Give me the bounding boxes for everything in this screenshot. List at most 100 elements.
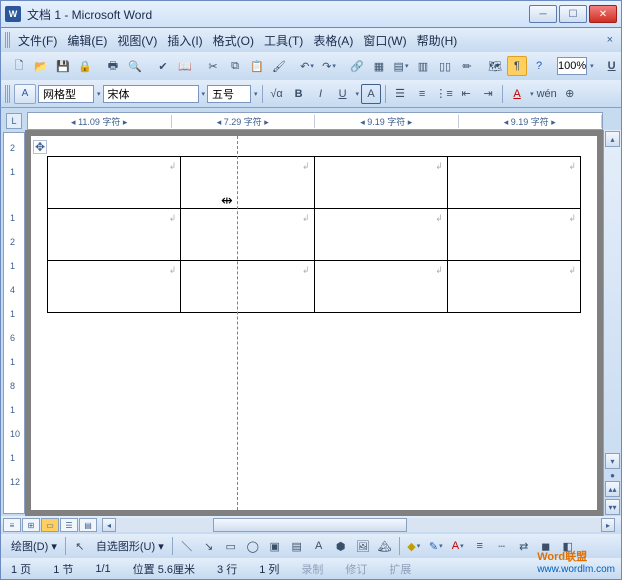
table-cell[interactable]	[48, 261, 181, 313]
char-border-button[interactable]: A	[361, 84, 381, 104]
size-combo[interactable]: 五号	[207, 85, 251, 103]
research-button[interactable]: 📖	[175, 56, 195, 76]
menu-window[interactable]: 窗口(W)	[359, 30, 410, 51]
ruler-vertical[interactable]: 2 1 1 2 1 4 1 6 1 8 1 10 1 12	[3, 132, 25, 514]
numbering-button[interactable]: ≡	[412, 84, 432, 104]
decrease-indent-button[interactable]: ⇤	[456, 84, 476, 104]
scroll-left-button[interactable]: ◂	[102, 518, 116, 532]
scrollbar-vertical[interactable]: ▴ ▾ ● ▴▴ ▾▾	[603, 130, 621, 516]
web-view-button[interactable]: ⊞	[22, 518, 40, 532]
chevron-down-icon[interactable]: ▾	[530, 90, 534, 98]
scrollbar-horizontal[interactable]: ◂ ▸	[102, 518, 615, 532]
underline-button[interactable]: U	[602, 56, 622, 76]
increase-indent-button[interactable]: ⇥	[478, 84, 498, 104]
status-rev[interactable]: 修订	[341, 561, 371, 577]
prev-page-button[interactable]: ▴▴	[605, 481, 620, 497]
rectangle-button[interactable]: ▭	[221, 536, 241, 556]
ruler-horizontal[interactable]: L ◂ 11.09 字符 ▸ ◂ 7.29 字符 ▸ ◂ 9.19 字符 ▸ ◂…	[27, 112, 603, 130]
arrow-style-button[interactable]: ⇄	[514, 536, 534, 556]
minimize-button[interactable]: ─	[529, 5, 557, 23]
spellcheck-button[interactable]: ✔	[153, 56, 173, 76]
table-cell[interactable]	[181, 261, 314, 313]
permission-button[interactable]: 🔒	[75, 56, 95, 76]
help-button[interactable]: ?	[529, 56, 549, 76]
picture-button[interactable]: 🏔	[375, 536, 395, 556]
insert-excel-button[interactable]: ▥	[413, 56, 433, 76]
print-button[interactable]: 🖶	[103, 56, 123, 76]
table-cell[interactable]	[48, 157, 181, 209]
menu-edit[interactable]: 编辑(E)	[63, 30, 111, 51]
menu-help[interactable]: 帮助(H)	[413, 30, 462, 51]
style-combo[interactable]: 网格型	[38, 85, 94, 103]
drawing-button[interactable]: ✏	[457, 56, 477, 76]
menu-table[interactable]: 表格(A)	[309, 30, 357, 51]
table-cell[interactable]	[48, 209, 181, 261]
underline-button[interactable]: U	[333, 84, 353, 104]
line-style-button[interactable]: ≡	[470, 536, 490, 556]
menu-file[interactable]: 文件(F)	[14, 30, 61, 51]
table-cell[interactable]	[181, 157, 314, 209]
menu-format[interactable]: 格式(O)	[209, 30, 258, 51]
align-distribute-button[interactable]: ☰	[390, 84, 410, 104]
menu-insert[interactable]: 插入(I)	[163, 30, 206, 51]
fill-color-button[interactable]: ◆▾	[404, 536, 424, 556]
maximize-button[interactable]: ☐	[559, 5, 587, 23]
menu-view[interactable]: 视图(V)	[113, 30, 161, 51]
columns-button[interactable]: ▯▯	[435, 56, 455, 76]
scroll-track[interactable]	[604, 148, 621, 452]
font-color-button[interactable]: A▾	[448, 536, 468, 556]
cut-button[interactable]: ✂	[203, 56, 223, 76]
scroll-up-button[interactable]: ▴	[605, 131, 620, 147]
table-cell[interactable]	[314, 157, 447, 209]
insert-table-button[interactable]: ▤▾	[391, 56, 411, 76]
line-color-button[interactable]: ✎▾	[426, 536, 446, 556]
phonetic-guide-button[interactable]: √α	[267, 84, 287, 104]
table-cell[interactable]	[447, 261, 580, 313]
italic-button[interactable]: I	[311, 84, 331, 104]
bold-button[interactable]: B	[289, 84, 309, 104]
chevron-down-icon[interactable]: ▾	[356, 90, 360, 98]
status-ext[interactable]: 扩展	[385, 561, 415, 577]
bullets-button[interactable]: ⋮≡	[434, 84, 454, 104]
redo-button[interactable]: ↷▾	[319, 56, 339, 76]
table-cell[interactable]	[447, 157, 580, 209]
tab-selector[interactable]: L	[6, 113, 22, 129]
reading-view-button[interactable]: ▤	[79, 518, 97, 532]
format-painter-button[interactable]: 🖌	[269, 56, 289, 76]
doc-map-button[interactable]: 🗺	[485, 56, 505, 76]
table-cell[interactable]	[181, 209, 314, 261]
undo-button[interactable]: ↶▾	[297, 56, 317, 76]
status-rec[interactable]: 录制	[297, 561, 327, 577]
dash-style-button[interactable]: ┄	[492, 536, 512, 556]
scroll-thumb[interactable]	[213, 518, 407, 532]
draw-menu[interactable]: 绘图(D) ▾	[7, 536, 61, 556]
menu-close-icon[interactable]: ×	[603, 34, 617, 46]
table-row[interactable]	[48, 209, 581, 261]
page[interactable]: ✥ ⇹	[31, 136, 597, 510]
table-move-handle[interactable]: ✥	[33, 140, 47, 154]
browse-object-button[interactable]: ●	[604, 470, 621, 480]
autoshapes-menu[interactable]: 自选图形(U) ▾	[92, 536, 168, 556]
table-cell[interactable]	[447, 209, 580, 261]
table-row[interactable]	[48, 261, 581, 313]
scroll-down-button[interactable]: ▾	[605, 453, 620, 469]
chevron-down-icon[interactable]: ▾	[590, 62, 594, 70]
close-button[interactable]: ✕	[589, 5, 617, 23]
highlight-button[interactable]: wén	[536, 84, 558, 104]
open-button[interactable]: 📂	[31, 56, 51, 76]
chevron-down-icon[interactable]: ▾	[97, 90, 101, 98]
tables-borders-button[interactable]: ▦	[369, 56, 389, 76]
outline-view-button[interactable]: ☰	[60, 518, 78, 532]
textbox-button[interactable]: ▣	[265, 536, 285, 556]
vertical-textbox-button[interactable]: ▤	[287, 536, 307, 556]
scroll-track[interactable]	[116, 518, 601, 532]
menu-tools[interactable]: 工具(T)	[260, 30, 307, 51]
next-page-button[interactable]: ▾▾	[605, 499, 620, 515]
chevron-down-icon[interactable]: ▾	[202, 90, 206, 98]
line-button[interactable]: ＼	[177, 536, 197, 556]
font-combo[interactable]: 宋体	[103, 85, 199, 103]
document-table[interactable]	[47, 156, 581, 313]
zoom-combo[interactable]: 100%	[557, 57, 587, 75]
chevron-down-icon[interactable]: ▾	[254, 90, 258, 98]
save-button[interactable]: 💾	[53, 56, 73, 76]
